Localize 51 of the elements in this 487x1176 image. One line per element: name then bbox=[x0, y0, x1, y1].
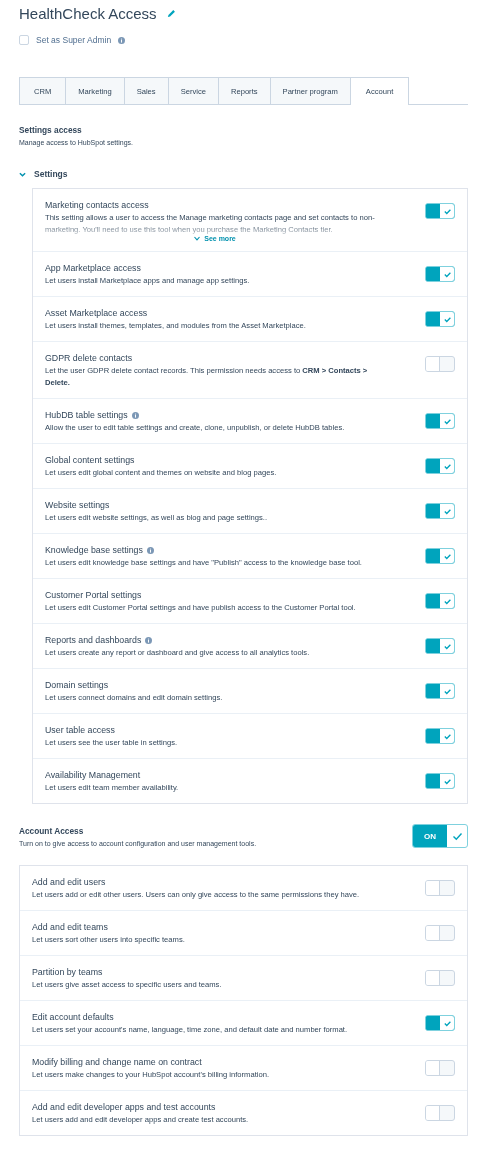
pencil-icon[interactable] bbox=[166, 8, 176, 18]
toggle-switch[interactable] bbox=[425, 638, 455, 654]
toggle-switch[interactable] bbox=[425, 458, 455, 474]
info-icon[interactable] bbox=[146, 546, 154, 554]
info-icon[interactable] bbox=[145, 636, 153, 644]
setting-title: Add and edit developer apps and test accounts bbox=[32, 1101, 216, 1114]
setting-title: Partition by teams bbox=[32, 966, 103, 979]
setting-title: Domain settings bbox=[45, 679, 109, 692]
section-title: Account Access bbox=[19, 825, 85, 836]
toggle-switch[interactable] bbox=[425, 1060, 455, 1076]
toggle-switch[interactable] bbox=[425, 1105, 455, 1121]
setting-title: Asset Marketplace access bbox=[45, 307, 148, 320]
setting-title: Global content settings bbox=[45, 454, 135, 467]
toggle-switch[interactable] bbox=[425, 728, 455, 744]
setting-title: GDPR delete contacts bbox=[45, 352, 133, 365]
setting-title: Knowledge base settings bbox=[45, 544, 143, 557]
setting-title: Marketing contacts access bbox=[45, 199, 149, 212]
setting-title: Add and edit users bbox=[32, 876, 106, 889]
toggle-switch[interactable] bbox=[425, 593, 455, 609]
setting-title: Reports and dashboards bbox=[45, 634, 142, 647]
chevron-down-icon bbox=[194, 236, 201, 241]
toggle-switch[interactable] bbox=[425, 203, 455, 219]
setting-title: User table access bbox=[45, 724, 115, 737]
page-title: HealthCheck Access bbox=[19, 4, 157, 22]
chevron-icon bbox=[19, 170, 26, 178]
super-admin-checkbox[interactable] bbox=[19, 35, 29, 45]
toggle-switch[interactable] bbox=[425, 925, 455, 941]
setting-title: Add and edit teams bbox=[32, 921, 108, 934]
toggle-switch[interactable] bbox=[425, 266, 455, 282]
setting-title: Website settings bbox=[45, 499, 110, 512]
setting-title: HubDB table settings bbox=[45, 409, 128, 422]
toggle-switch[interactable] bbox=[425, 311, 455, 327]
toggle-switch[interactable] bbox=[425, 773, 455, 789]
setting-title: Customer Portal settings bbox=[45, 589, 142, 602]
toggle-switch[interactable] bbox=[425, 1015, 455, 1031]
setting-title: Modify billing and change name on contract bbox=[32, 1056, 202, 1069]
toggle-switch[interactable] bbox=[425, 413, 455, 429]
setting-title: Edit account defaults bbox=[32, 1011, 114, 1024]
info-icon[interactable] bbox=[118, 36, 126, 44]
toggle-switch[interactable] bbox=[425, 683, 455, 699]
settings-group-toggle[interactable]: Settings bbox=[19, 168, 68, 180]
toggle-switch[interactable] bbox=[425, 503, 455, 519]
setting-title: App Marketplace access bbox=[45, 262, 141, 275]
toggle-switch[interactable] bbox=[425, 970, 455, 986]
toggle-switch[interactable] bbox=[425, 880, 455, 896]
setting-title: Availability Management bbox=[45, 769, 141, 782]
super-admin-label: Set as Super Admin bbox=[36, 35, 112, 45]
toggle-switch[interactable] bbox=[425, 548, 455, 564]
toggle-switch[interactable] bbox=[425, 356, 455, 372]
info-icon[interactable] bbox=[131, 411, 139, 419]
section-title: Settings access bbox=[19, 125, 83, 135]
